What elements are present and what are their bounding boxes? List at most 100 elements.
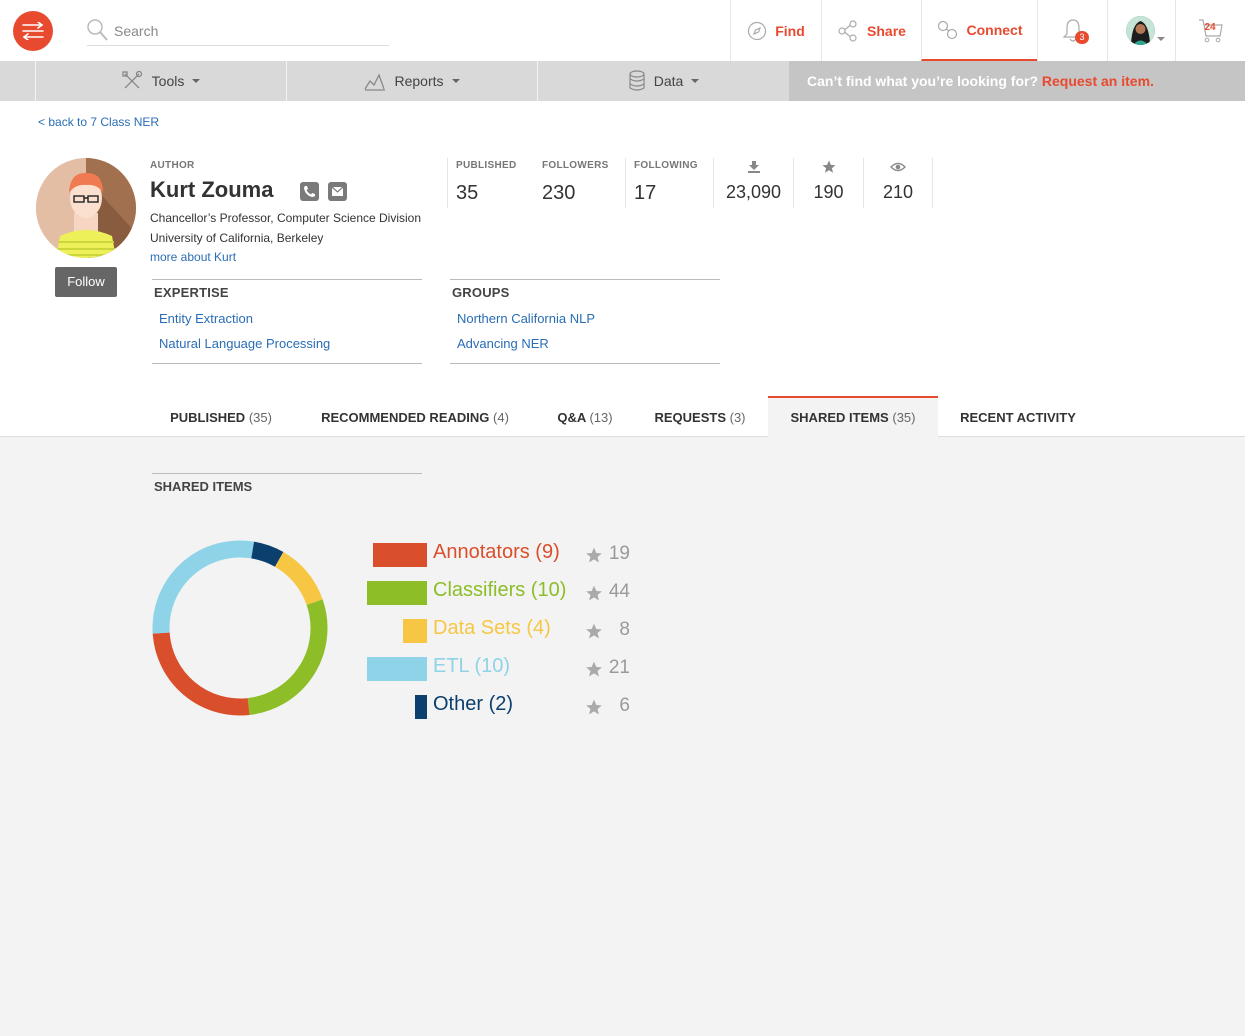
profile-header: < back to 7 Class NER Follow AUTHOR Kurt… [0,101,1245,437]
tab-label: SHARED ITEMS [790,410,889,425]
phone-icon[interactable] [300,182,319,201]
secondary-toolbar: Tools Reports Data Can’t find what you’r… [0,61,1245,101]
mail-icon[interactable] [328,182,347,201]
reports-label: Reports [394,73,444,89]
tab-recommended-reading[interactable]: RECOMMENDED READING (4) [300,396,530,437]
stat-following-label: FOLLOWING [634,160,698,171]
stat-views: 210 [863,158,933,208]
stat-following[interactable]: FOLLOWING 17 [625,158,713,208]
nav-notifications[interactable] [1037,0,1107,61]
tab-count: (3) [729,410,746,425]
group-link[interactable]: Northern California NLP [457,311,595,326]
author-title: Chancellor’s Professor, Computer Science… [150,211,422,225]
stat-stars: 190 [793,158,863,208]
more-about-link[interactable]: more about Kurt [150,250,236,264]
follow-button[interactable]: Follow [55,267,117,297]
tab-count: (35) [892,410,916,425]
tab-requests[interactable]: REQUESTS (3) [640,396,760,437]
mail-glyph [331,186,344,196]
reports-menu[interactable]: Reports [286,61,537,101]
author-organization: University of California, Berkeley [150,231,324,245]
tab-qa[interactable]: Q&A (13) [540,396,630,437]
author-avatar [36,158,136,258]
legend-label: Annotators (9) [433,541,560,563]
notification-badge: 3 [1075,31,1089,44]
legend-bar [367,581,427,605]
tab-recent-activity[interactable]: RECENT ACTIVITY [946,396,1090,437]
link-icon [937,20,957,39]
nav-find[interactable]: Find [730,0,821,61]
cart-count: 24 [1204,22,1216,33]
legend-bar [403,619,427,643]
legend-label: Classifiers (10) [433,579,567,601]
stat-downloads: 23,090 [713,158,793,208]
tab-label: RECOMMENDED READING [321,410,490,425]
profile-tabs: PUBLISHED (35) RECOMMENDED READING (4) Q… [0,396,1245,437]
tools-icon [122,71,142,89]
author-name: Kurt Zouma [150,177,274,202]
stat-followers-value: 230 [542,182,576,204]
stat-published[interactable]: PUBLISHED 35 [447,158,534,208]
shared-items-header: SHARED ITEMS [152,473,422,494]
donut-slice[interactable] [250,541,284,567]
nav-connect[interactable]: Connect [921,0,1037,61]
user-menu-chevron-down-icon [1157,37,1165,41]
chevron-down-icon [691,79,700,83]
data-label: Data [653,73,684,89]
legend-label: ETL (10) [433,655,511,677]
groups-title: GROUPS [452,285,510,300]
tab-label: Q&A [557,410,586,425]
request-item-link[interactable]: Request an item. [1042,73,1154,89]
main-menu-button[interactable] [13,11,53,51]
nav-find-label: Find [775,22,805,39]
legend-label: Other (2) [433,693,514,715]
donut-slice[interactable] [247,599,328,715]
stat-views-value: 210 [882,182,914,202]
legend-star-count: 44 [608,581,630,602]
donut-slice[interactable] [152,540,254,634]
donut-slice[interactable] [274,552,323,606]
share-icon [838,19,857,42]
legend-star-count: 21 [608,657,630,678]
tab-shared-items[interactable]: SHARED ITEMS (35) [768,396,938,437]
stat-published-label: PUBLISHED [456,160,517,171]
database-icon [629,70,645,91]
author-label: AUTHOR [150,160,195,171]
request-prompt: Can’t find what you’re looking for? [807,73,1038,89]
tab-count: (4) [493,410,509,425]
avatar-illustration [36,158,136,258]
star-icon [822,160,835,173]
expertise-link[interactable]: Entity Extraction [159,311,253,326]
shared-items-title: SHARED ITEMS [154,479,253,494]
tab-label: REQUESTS [654,410,726,425]
tools-label: Tools [151,73,185,89]
legend-bar [367,657,427,681]
tools-menu[interactable]: Tools [35,61,286,101]
legend-star-count: 6 [619,695,630,716]
expertise-link[interactable]: Natural Language Processing [159,336,330,351]
legend-label: Data Sets (4) [433,617,551,639]
search-input[interactable] [114,20,384,42]
stat-downloads-value: 23,090 [725,182,782,202]
tab-published[interactable]: PUBLISHED (35) [152,396,290,437]
expertise-section: EXPERTISE Entity Extraction Natural Lang… [152,279,422,364]
groups-section: GROUPS Northern California NLP Advancing… [450,279,720,364]
chart-icon [364,73,386,91]
legend-bar [415,695,427,719]
expertise-title: EXPERTISE [154,285,229,300]
stat-followers[interactable]: FOLLOWERS 230 [534,158,625,208]
stat-following-value: 17 [634,182,657,204]
search-icon [87,19,108,41]
transfer-icon [22,22,44,40]
back-link[interactable]: < back to 7 Class NER [38,115,159,129]
user-avatar[interactable] [1126,16,1155,45]
data-menu[interactable]: Data [537,61,789,101]
group-link[interactable]: Advancing NER [457,336,549,351]
donut-slice[interactable] [152,632,250,716]
phone-glyph [304,186,315,197]
legend-bar [373,543,427,567]
stat-followers-label: FOLLOWERS [542,160,609,171]
tab-count: (13) [589,410,613,425]
top-bar: Find Share Connect 3 [0,0,1245,61]
nav-share[interactable]: Share [821,0,921,61]
